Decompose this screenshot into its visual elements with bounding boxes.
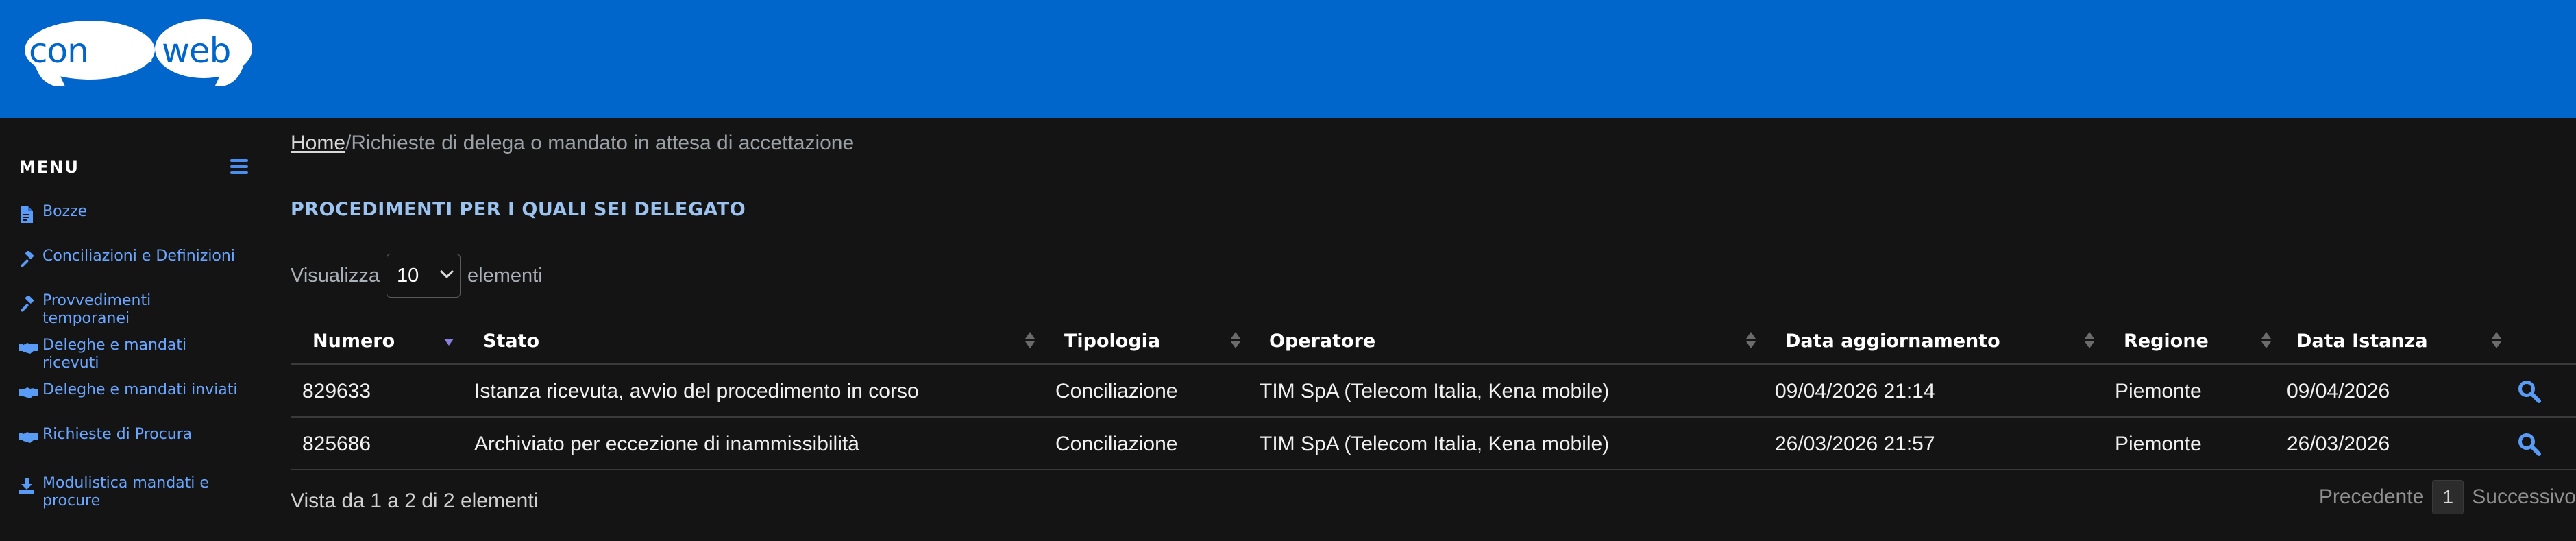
sidebar-item-label: Provvedimenti temporanei [42,292,151,327]
sidebar-item-label: Bozze [42,203,88,220]
sidebar-item-conciliazioni[interactable]: Conciliazioni e Definizioni [19,248,252,283]
sort-icon[interactable] [1025,332,1035,350]
cell-stato: Archiviato per eccezione di inammissibil… [474,432,859,455]
cell-tipologia: Conciliazione [1055,432,1178,455]
cell-stato: Istanza ricevuta, avvio del procedimento… [474,379,919,402]
handshake-icon [19,427,42,448]
logo-text-web: web [162,31,231,71]
cell-regione: Piemonte [2115,379,2202,402]
column-header-tipologia[interactable]: Tipologia [1064,317,1160,365]
sort-icon[interactable] [2085,332,2094,350]
page-title: PROCEDIMENTI PER I QUALI SEI DELEGATO [291,199,746,220]
menu-title: MENU [19,158,79,177]
pagination-prev-button[interactable]: Precedente [2319,485,2424,509]
cell-numero: 825686 [302,432,371,455]
sidebar-item-label: Conciliazioni e Definizioni [42,248,235,265]
column-header-stato[interactable]: Stato [483,317,539,365]
table-row: 829633 Istanza ricevuta, avvio del proce… [291,365,2576,418]
chevron-down-icon [440,265,454,278]
sidebar-item-provvedimenti[interactable]: Provvedimenti temporanei [19,292,252,328]
column-header-data-aggiornamento[interactable]: Data aggiornamento [1785,317,2000,365]
table-header: Numero Stato Tipologia Operatore Data ag… [291,317,2576,365]
column-header-regione[interactable]: Regione [2124,317,2209,365]
page-length-control: Visualizza 10 elementi [291,254,543,298]
breadcrumb-home-link[interactable]: Home [291,132,345,154]
page-length-value: 10 [397,264,419,287]
search-icon[interactable] [2518,433,2541,456]
length-suffix: elementi [467,264,543,287]
sort-icon[interactable] [1231,332,1240,350]
table-info: Vista da 1 a 2 di 2 elementi [291,490,539,512]
sidebar-item-richieste-procura[interactable]: Richieste di Procura [19,426,252,461]
breadcrumb: Home/Richieste di delega o mandato in at… [291,132,854,155]
cell-data-istanza: 26/03/2026 [2287,432,2390,455]
breadcrumb-current: Richieste di delega o mandato in attesa … [351,132,855,154]
procedimenti-table: Numero Stato Tipologia Operatore Data ag… [291,317,2576,470]
cell-data-aggiornamento: 26/03/2026 21:57 [1775,432,1935,455]
logo-text-con: con [29,31,89,71]
handshake-icon [19,338,42,359]
cell-numero: 829633 [302,379,371,402]
document-icon [19,204,42,225]
cell-operatore: TIM SpA (Telecom Italia, Kena mobile) [1260,432,1610,455]
table-row: 825686 Archiviato per eccezione di inamm… [291,418,2576,470]
sidebar-item-deleghe-inviati[interactable]: Deleghe e mandati inviati [19,381,252,417]
download-icon [19,476,42,496]
sidebar: MENU Bozze Conciliazioni e Definizioni P… [0,118,266,541]
sidebar-item-modulistica[interactable]: Modulistica mandati e procure [19,474,252,510]
sort-icon[interactable] [2492,332,2501,350]
cell-data-aggiornamento: 09/04/2026 21:14 [1775,379,1935,402]
sort-icon[interactable] [1746,332,1756,350]
column-header-operatore[interactable]: Operatore [1269,317,1375,365]
main-content: Home/Richieste di delega o mandato in at… [291,118,2576,541]
sidebar-item-bozze[interactable]: Bozze [19,203,252,239]
length-prefix: Visualizza [291,264,380,287]
gavel-icon [19,249,42,269]
sort-desc-icon[interactable] [444,332,454,350]
sidebar-item-deleghe-ricevuti[interactable]: Deleghe e mandati ricevuti [19,337,252,372]
column-header-data-istanza[interactable]: Data Istanza [2296,317,2428,365]
pagination-page-button[interactable]: 1 [2432,480,2464,514]
cell-regione: Piemonte [2115,432,2202,455]
column-header-numero[interactable]: Numero [312,317,395,365]
search-icon[interactable] [2518,380,2541,403]
sidebar-item-label: Deleghe e mandati ricevuti [42,337,187,372]
logo-text-cilia: cilia [89,31,155,71]
cell-tipologia: Conciliazione [1055,379,1178,402]
handshake-icon [19,383,42,403]
sidebar-item-label: Modulistica mandati e procure [42,474,209,509]
cell-operatore: TIM SpA (Telecom Italia, Kena mobile) [1260,379,1610,402]
page-length-select[interactable]: 10 [387,254,461,298]
hamburger-menu-icon[interactable] [230,159,248,174]
sort-icon[interactable] [2261,332,2271,350]
menu-header: MENU [19,158,252,178]
sidebar-item-label: Deleghe e mandati inviati [42,381,238,398]
top-header: con cilia web [0,0,2576,118]
sidebar-item-label: Richieste di Procura [42,426,193,443]
conciliaweb-logo[interactable]: con cilia web [25,19,252,81]
pagination-next-button[interactable]: Successivo [2472,485,2576,509]
pagination: Precedente 1 Successivo [2319,480,2576,514]
cell-data-istanza: 09/04/2026 [2287,379,2390,402]
gavel-icon [19,293,42,314]
